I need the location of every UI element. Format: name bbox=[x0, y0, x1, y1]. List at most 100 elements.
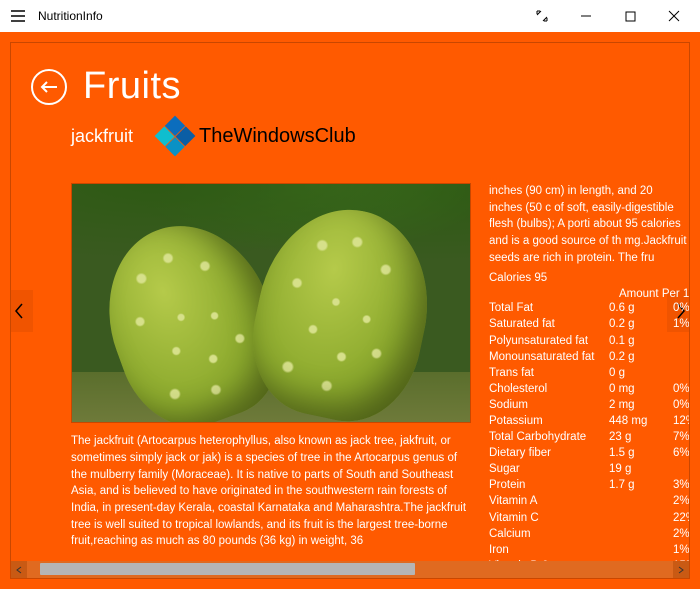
item-photo bbox=[71, 183, 471, 423]
nutrition-row: Polyunsaturated fat0.1 g bbox=[489, 333, 689, 349]
nutrition-row: Potassium448 mg12% bbox=[489, 413, 689, 429]
logo-text: TheWindowsClub bbox=[199, 125, 356, 148]
nutrition-row: Cholesterol0 mg0% bbox=[489, 381, 689, 397]
nutrition-header: Amount Per 100 grams %Daily bbox=[489, 288, 689, 300]
nutrient-value: 2 mg bbox=[609, 397, 659, 413]
fullscreen-button[interactable] bbox=[520, 0, 564, 32]
nutrient-value: 0 mg bbox=[609, 381, 659, 397]
nutrient-name: Vitamin A bbox=[489, 493, 609, 509]
minimize-icon bbox=[580, 10, 592, 22]
nutrient-value bbox=[609, 542, 659, 558]
page-title: Fruits bbox=[83, 65, 181, 108]
nutrient-name: Total Fat bbox=[489, 300, 609, 316]
scroll-right-button[interactable] bbox=[673, 561, 689, 578]
nutrition-row: Protein1.7 g3% bbox=[489, 477, 689, 493]
nutrient-value: 0 g bbox=[609, 365, 659, 381]
nutrient-pct: 0% bbox=[659, 300, 690, 316]
close-icon bbox=[668, 10, 680, 22]
nutrient-pct: 7% bbox=[659, 429, 690, 445]
nutrient-name: Trans fat bbox=[489, 365, 609, 381]
horizontal-scrollbar[interactable] bbox=[11, 561, 689, 578]
nutrient-name: Vitamin C bbox=[489, 510, 609, 526]
scroll-left-button[interactable] bbox=[11, 561, 27, 578]
header-amount: Amount Per 100 grams bbox=[619, 288, 690, 300]
chevron-right-icon bbox=[677, 566, 685, 574]
nutrition-row: Trans fat0 g bbox=[489, 365, 689, 381]
nutrient-name: Potassium bbox=[489, 413, 609, 429]
minimize-button[interactable] bbox=[564, 0, 608, 32]
nutrient-name: Saturated fat bbox=[489, 316, 609, 332]
nutrient-name: Iron bbox=[489, 542, 609, 558]
nutrient-value: 0.2 g bbox=[609, 349, 659, 365]
nutrient-value bbox=[609, 510, 659, 526]
chevron-left-icon bbox=[14, 303, 24, 319]
intro-fragment: inches (90 cm) in length, and 20 inches … bbox=[489, 183, 689, 272]
nutrient-value: 0.1 g bbox=[609, 333, 659, 349]
item-description: The jackfruit (Artocarpus heterophyllus,… bbox=[71, 423, 471, 550]
nutrient-pct: 6% bbox=[659, 445, 690, 461]
nutrient-pct: 0% bbox=[659, 381, 690, 397]
nutrition-row: Vitamin C 22% bbox=[489, 510, 689, 526]
nutrient-name: Protein bbox=[489, 477, 609, 493]
nutrient-name: Sodium bbox=[489, 397, 609, 413]
nutrient-pct: 22% bbox=[659, 510, 690, 526]
calories-line: Calories 95 bbox=[489, 272, 689, 288]
hamburger-icon bbox=[11, 10, 25, 22]
nutrient-pct: 2% bbox=[659, 526, 690, 542]
scrollbar-thumb[interactable] bbox=[40, 563, 415, 575]
nutrition-row: Total Carbohydrate23 g7% bbox=[489, 429, 689, 445]
nutrient-value bbox=[609, 526, 659, 542]
nutrient-name: Dietary fiber bbox=[489, 445, 609, 461]
nutrition-row: Sugar19 g bbox=[489, 461, 689, 477]
nutrient-pct bbox=[675, 333, 689, 349]
nutrient-name: Polyunsaturated fat bbox=[489, 333, 609, 349]
nutrition-row: Vitamin A 2% bbox=[489, 493, 689, 509]
maximize-icon bbox=[625, 11, 636, 22]
maximize-button[interactable] bbox=[608, 0, 652, 32]
back-button[interactable] bbox=[31, 69, 67, 105]
item-name: jackfruit bbox=[71, 126, 133, 147]
nutrient-value: 19 g bbox=[609, 461, 659, 477]
nutrient-pct: 12% bbox=[659, 413, 690, 429]
nutrition-row: Iron 1% bbox=[489, 542, 689, 558]
app-surface: Fruits jackfruit TheWindowsClub The jack… bbox=[0, 32, 700, 589]
titlebar: NutritionInfo bbox=[0, 0, 700, 32]
menu-button[interactable] bbox=[4, 2, 32, 30]
nutrition-row: Dietary fiber1.5 g6% bbox=[489, 445, 689, 461]
back-arrow-icon bbox=[40, 80, 58, 94]
nutrient-pct: 3% bbox=[659, 477, 690, 493]
nutrition-row: Saturated fat0.2 g1% bbox=[489, 316, 689, 332]
nutrient-pct bbox=[675, 365, 689, 381]
app-title: NutritionInfo bbox=[38, 9, 103, 23]
nutrition-panel: inches (90 cm) in length, and 20 inches … bbox=[489, 183, 689, 550]
nutrient-value: 1.5 g bbox=[609, 445, 659, 461]
nutrient-value: 448 mg bbox=[609, 413, 659, 429]
nutrient-name: Monounsaturated fat bbox=[489, 349, 609, 365]
nutrient-name: Total Carbohydrate bbox=[489, 429, 609, 445]
nutrient-value: 0.2 g bbox=[609, 316, 659, 332]
nutrient-value: 0.6 g bbox=[609, 300, 659, 316]
prev-item-button[interactable] bbox=[10, 290, 33, 332]
nutrient-pct: 1% bbox=[659, 316, 690, 332]
nutrition-row: Sodium2 mg0% bbox=[489, 397, 689, 413]
nutrient-pct bbox=[675, 349, 689, 365]
scrollbar-track[interactable] bbox=[27, 561, 673, 578]
chevron-left-icon bbox=[15, 566, 23, 574]
site-logo: TheWindowsClub bbox=[157, 118, 356, 154]
nutrition-row: Monounsaturated fat0.2 g bbox=[489, 349, 689, 365]
app-inner: Fruits jackfruit TheWindowsClub The jack… bbox=[10, 42, 690, 579]
nutrient-value: 23 g bbox=[609, 429, 659, 445]
nutrient-pct: 0% bbox=[659, 397, 690, 413]
fullscreen-icon bbox=[536, 10, 548, 22]
nutrient-name: Calcium bbox=[489, 526, 609, 542]
nutrient-pct: 1% bbox=[659, 542, 690, 558]
nutrient-name: Sugar bbox=[489, 461, 609, 477]
close-button[interactable] bbox=[652, 0, 696, 32]
logo-icon bbox=[155, 116, 196, 157]
nutrient-pct bbox=[675, 461, 689, 477]
nutrient-value bbox=[609, 493, 659, 509]
nutrition-row: Calcium 2% bbox=[489, 526, 689, 542]
nutrient-pct: 2% bbox=[659, 493, 690, 509]
nutrient-name: Cholesterol bbox=[489, 381, 609, 397]
nutrition-row: Total Fat0.6 g0% bbox=[489, 300, 689, 316]
